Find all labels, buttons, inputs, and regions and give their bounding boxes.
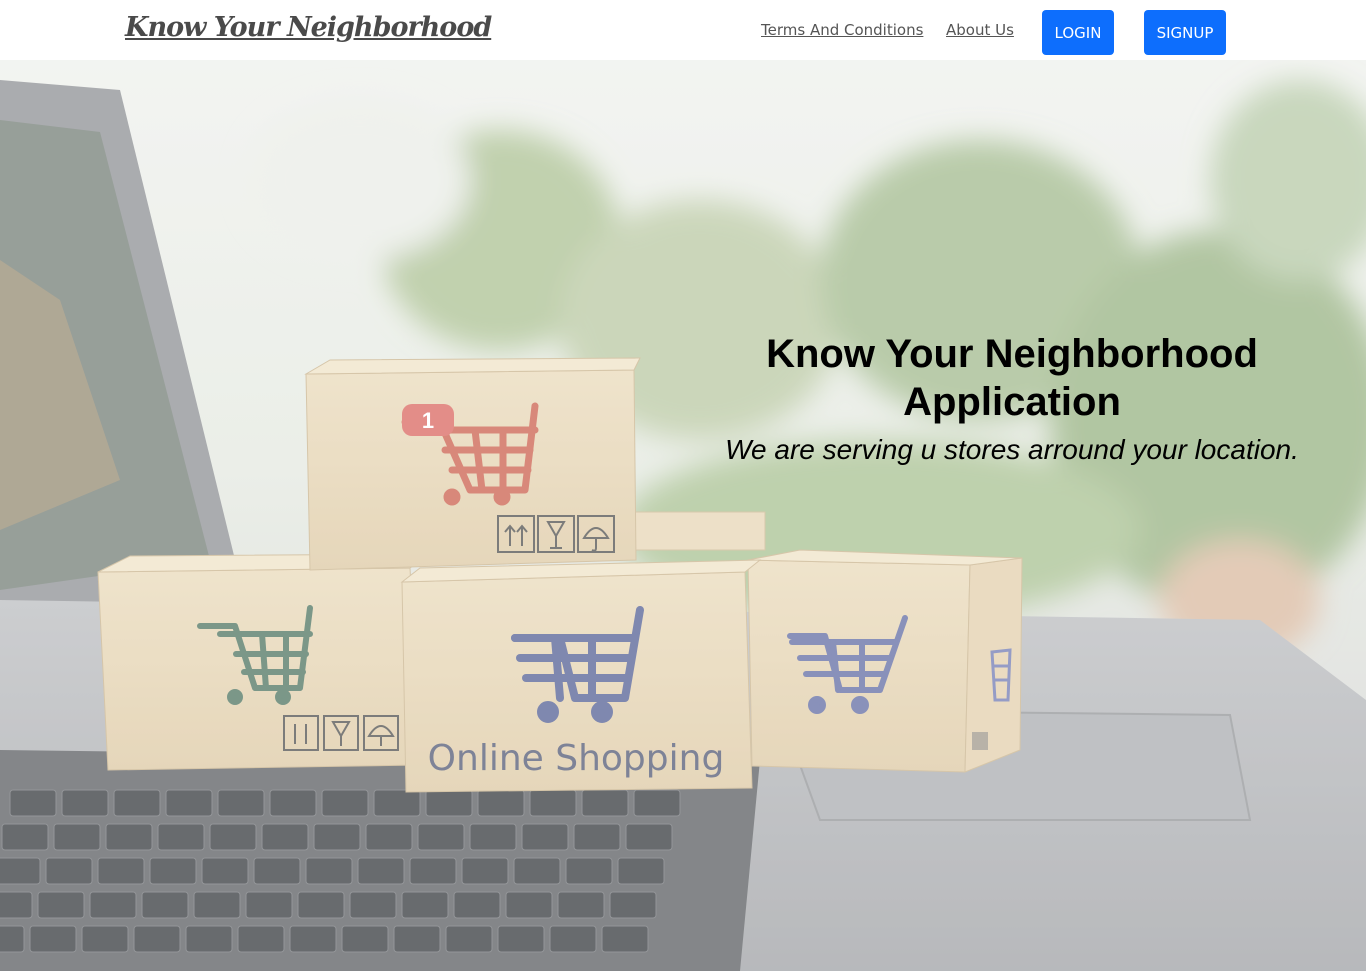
- hero-section: 1 Online Shopping Know Your Neighborhood…: [0, 60, 1366, 971]
- brand-logo[interactable]: Know Your Neighborhood: [125, 12, 492, 43]
- hero-subtitle: We are serving u stores arround your loc…: [725, 434, 1299, 465]
- top-navbar: Know Your Neighborhood Terms And Conditi…: [0, 0, 1366, 60]
- nav-link-about[interactable]: About Us: [946, 21, 1014, 39]
- signup-button[interactable]: SIGNUP: [1144, 10, 1226, 55]
- hero-title: Know Your Neighborhood Application: [766, 332, 1258, 424]
- hero-overlay: [0, 60, 1366, 971]
- hero-text-block: Know Your Neighborhood Application We ar…: [712, 330, 1312, 468]
- login-button[interactable]: LOGIN: [1042, 10, 1114, 55]
- nav-link-terms[interactable]: Terms And Conditions: [761, 21, 923, 39]
